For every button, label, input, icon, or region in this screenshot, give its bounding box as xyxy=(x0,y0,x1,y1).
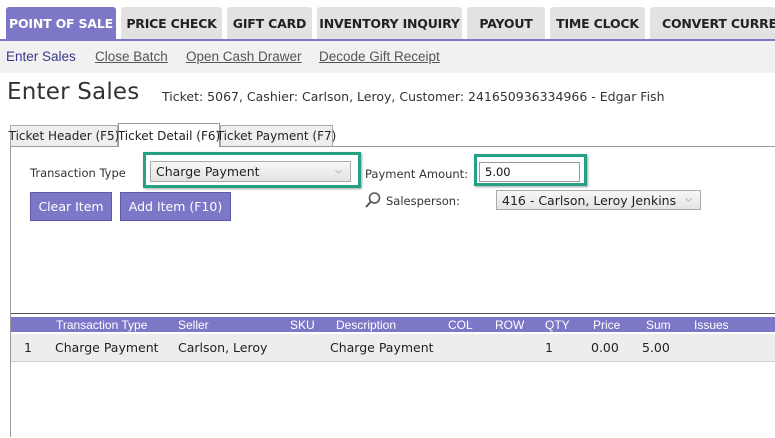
top-nav: POINT OF SALE PRICE CHECK GIFT CARD INVE… xyxy=(0,0,775,41)
col-seller[interactable]: Seller xyxy=(178,318,209,332)
tab-time-clock[interactable]: TIME CLOCK xyxy=(550,7,645,39)
col-row[interactable]: ROW xyxy=(495,318,524,332)
page-title: Enter Sales xyxy=(7,79,140,105)
chevron-down-icon: ⌵ xyxy=(685,194,692,205)
salesperson-label: Salesperson: xyxy=(386,194,460,208)
tab-ticket-payment[interactable]: Ticket Payment (F7) xyxy=(217,125,336,146)
col-sum[interactable]: Sum xyxy=(646,318,671,332)
tab-point-of-sale[interactable]: POINT OF SALE xyxy=(6,7,116,39)
col-issues[interactable]: Issues xyxy=(694,318,729,332)
chevron-down-icon: ⌵ xyxy=(335,166,342,176)
tab-ticket-detail[interactable]: Ticket Detail (F6) xyxy=(118,123,220,147)
transaction-type-label: Transaction Type xyxy=(30,166,126,180)
col-description[interactable]: Description xyxy=(336,318,396,332)
cell-sum: 5.00 xyxy=(642,340,670,355)
salesperson-select[interactable]: 416 - Carlson, Leroy Jenkins ⌵ xyxy=(496,190,701,210)
col-qty[interactable]: QTY xyxy=(545,318,570,332)
row-number: 1 xyxy=(24,340,32,355)
col-transaction-type[interactable]: Transaction Type xyxy=(56,318,147,332)
transaction-type-value: Charge Payment xyxy=(156,164,260,179)
tab-price-check[interactable]: PRICE CHECK xyxy=(121,7,222,39)
col-col[interactable]: COL xyxy=(448,318,473,332)
subnav-close-batch[interactable]: Close Batch xyxy=(95,49,168,64)
cell-transaction-type: Charge Payment xyxy=(55,340,159,355)
cell-description: Charge Payment xyxy=(330,340,434,355)
payment-amount-input[interactable]: 5.00 xyxy=(479,162,580,182)
clear-item-button[interactable]: Clear Item xyxy=(30,192,112,221)
col-price[interactable]: Price xyxy=(593,318,620,332)
search-icon[interactable] xyxy=(364,191,382,209)
tab-ticket-header[interactable]: Ticket Header (F5) xyxy=(9,125,119,146)
cell-price: 0.00 xyxy=(591,340,619,355)
tab-gift-card[interactable]: GIFT CARD xyxy=(227,7,312,39)
ticket-info: Ticket: 5067, Cashier: Carlson, Leroy, C… xyxy=(162,89,665,104)
cell-seller: Carlson, Leroy xyxy=(178,340,268,355)
subnav-enter-sales[interactable]: Enter Sales xyxy=(6,49,76,64)
tab-convert-currency[interactable]: CONVERT CURRENCY xyxy=(650,7,775,39)
tab-payout[interactable]: PAYOUT xyxy=(467,7,545,39)
add-item-button[interactable]: Add Item (F10) xyxy=(120,192,231,221)
subnav-decode-gift-receipt[interactable]: Decode Gift Receipt xyxy=(319,49,440,64)
salesperson-value: 416 - Carlson, Leroy Jenkins xyxy=(502,192,677,208)
table-row[interactable]: 1 Charge Payment Carlson, Leroy Charge P… xyxy=(11,334,775,362)
grid-header: Transaction Type Seller SKU Description … xyxy=(11,317,775,332)
col-sku[interactable]: SKU xyxy=(290,318,315,332)
tab-inventory-inquiry[interactable]: INVENTORY INQUIRY xyxy=(317,7,462,39)
cell-qty: 1 xyxy=(545,340,553,355)
items-grid: Transaction Type Seller SKU Description … xyxy=(11,313,775,438)
sub-nav: Enter Sales Close Batch Open Cash Drawer… xyxy=(0,41,775,73)
payment-amount-label: Payment Amount: xyxy=(365,167,469,181)
subnav-open-cash-drawer[interactable]: Open Cash Drawer xyxy=(186,49,302,64)
transaction-type-select[interactable]: Charge Payment ⌵ xyxy=(150,161,351,182)
